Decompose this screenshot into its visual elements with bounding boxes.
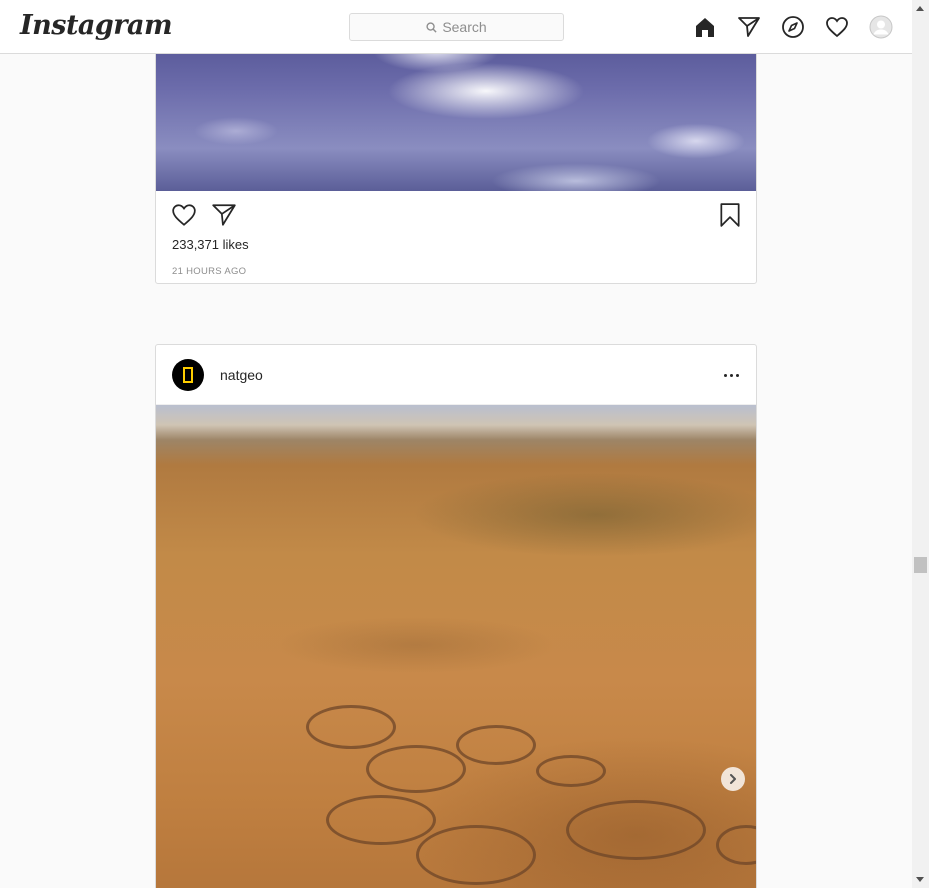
profile-avatar-icon[interactable] xyxy=(869,15,893,39)
scrollbar-thumb[interactable] xyxy=(914,557,927,573)
feed-post-previous: 233,371 likes 21 HOURS AGO xyxy=(155,20,757,284)
scroll-up-arrow-icon[interactable] xyxy=(916,6,924,11)
bookmark-icon[interactable] xyxy=(717,202,743,228)
home-icon[interactable] xyxy=(693,15,717,39)
natgeo-logo-frame xyxy=(183,367,193,383)
post-header: natgeo xyxy=(156,345,756,405)
scroll-down-arrow-icon[interactable] xyxy=(916,877,924,882)
carousel-next-button[interactable] xyxy=(721,767,745,791)
activity-heart-icon[interactable] xyxy=(825,15,849,39)
direct-icon[interactable] xyxy=(737,15,761,39)
likes-count[interactable]: 233,371 likes xyxy=(172,237,249,252)
post-timestamp[interactable]: 21 HOURS AGO xyxy=(172,266,246,277)
search-input[interactable]: Search xyxy=(349,13,564,41)
instagram-logo[interactable]: Instagram xyxy=(20,10,173,41)
feed-post-natgeo: natgeo xyxy=(155,344,757,888)
explore-icon[interactable] xyxy=(781,15,805,39)
top-navigation-bar: Instagram Search xyxy=(0,0,912,54)
chevron-right-icon xyxy=(730,774,736,784)
share-icon[interactable] xyxy=(211,202,237,228)
post-image-desert-aerial[interactable] xyxy=(156,405,756,888)
more-options-icon[interactable] xyxy=(722,367,744,383)
natgeo-avatar[interactable] xyxy=(172,359,204,391)
search-icon xyxy=(426,21,437,33)
like-heart-icon[interactable] xyxy=(171,202,197,228)
post-username[interactable]: natgeo xyxy=(220,367,263,383)
search-placeholder: Search xyxy=(442,19,487,35)
page-scrollbar[interactable] xyxy=(912,0,929,888)
